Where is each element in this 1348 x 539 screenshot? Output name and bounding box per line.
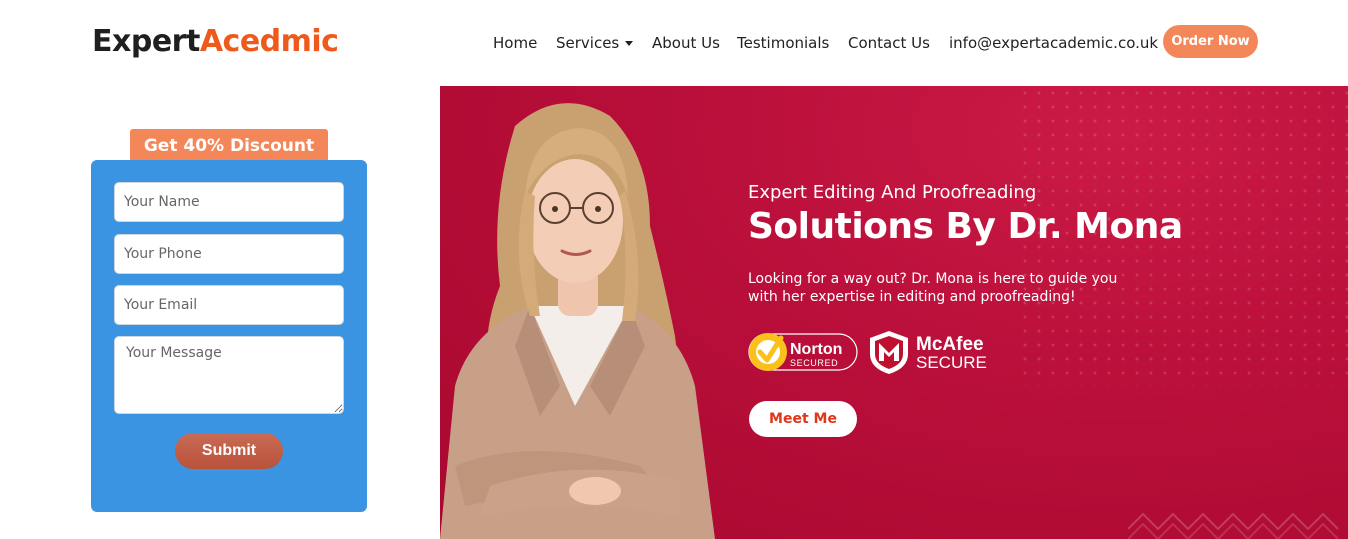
nav-testimonials[interactable]: Testimonials — [737, 34, 829, 52]
mcafee-name: McAfee — [916, 334, 984, 355]
norton-sub: SECURED — [790, 358, 838, 368]
norton-name: Norton — [790, 341, 842, 358]
order-now-button[interactable]: Order Now — [1163, 25, 1258, 58]
discount-form: Submit — [91, 160, 367, 512]
mcafee-secure-badge: McAfee SECURE — [870, 331, 987, 374]
nav-services[interactable]: Services — [556, 34, 634, 52]
meet-me-button[interactable]: Meet Me — [749, 401, 857, 437]
hero-title: Solutions By Dr. Mona — [748, 206, 1183, 247]
nav-services-label: Services — [556, 34, 620, 52]
dr-mona-portrait — [440, 103, 715, 539]
nav-home[interactable]: Home — [493, 34, 537, 52]
phone-input[interactable] — [114, 234, 344, 274]
submit-button[interactable]: Submit — [175, 433, 283, 469]
discount-label: Get 40% Discount — [130, 129, 328, 163]
email-input[interactable] — [114, 285, 344, 325]
name-input[interactable] — [114, 182, 344, 222]
hero-subtitle: Expert Editing And Proofreading — [748, 182, 1037, 203]
caret-down-icon — [625, 41, 634, 46]
hero-banner: Expert Editing And Proofreading Solution… — [440, 86, 1348, 539]
zigzag-decoration — [1128, 512, 1339, 539]
hero-description: Looking for a way out? Dr. Mona is here … — [748, 271, 1118, 305]
norton-secured-badge: Norton SECURED — [748, 333, 858, 371]
message-textarea[interactable] — [114, 336, 344, 414]
nav-about[interactable]: About Us — [652, 34, 720, 52]
nav-contact[interactable]: Contact Us — [848, 34, 930, 52]
mcafee-sub: SECURE — [916, 353, 987, 372]
nav-email-link[interactable]: info@expertacademic.co.uk — [949, 34, 1158, 52]
main-nav: Home Services About Us Testimonials Cont… — [0, 0, 1348, 85]
